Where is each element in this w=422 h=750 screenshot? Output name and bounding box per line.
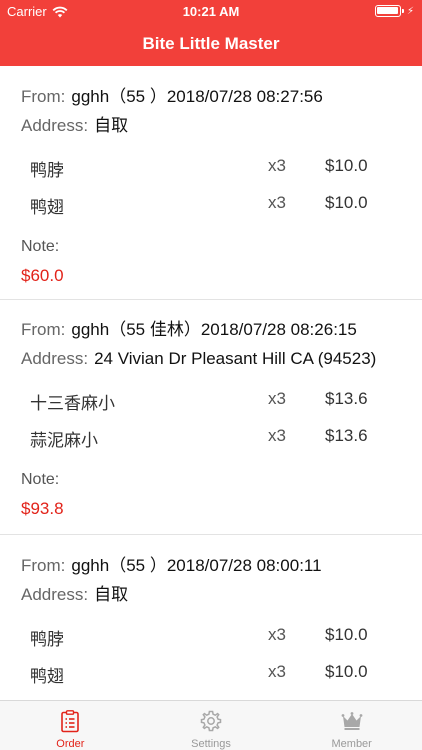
order-item: 鸭脖 x3 $10.0 [21,618,422,655]
order-card[interactable]: From: gghh（55 ）2018/07/28 08:00:11 Addres… [0,535,422,700]
tab-settings[interactable]: Settings [141,701,282,750]
item-quantity: x3 [268,426,286,445]
battery-indicator: ⚡ [374,5,414,17]
item-name: 鸭脖 [30,630,64,649]
order-total: $60.0 [21,266,64,285]
order-from-row: From: gghh（55 ）2018/07/28 08:00:11 [21,555,422,577]
item-price: $10.0 [325,156,368,175]
order-address-row: Address: 自取 [21,115,422,137]
battery-fill [376,7,398,14]
item-quantity: x3 [268,389,286,408]
order-from-value: gghh（55 ）2018/07/28 08:00:11 [71,556,322,575]
order-list[interactable]: From: gghh（55 ）2018/07/28 08:27:56 Addres… [0,66,422,700]
item-quantity: x3 [268,156,286,175]
order-item: 鸭翅 x3 $10.0 [21,186,422,223]
note-label: Note: [21,238,60,255]
from-label: From: [21,320,66,339]
order-address-row: Address: 自取 [21,584,422,606]
tab-order[interactable]: Order [0,701,141,750]
item-name: 蒜泥麻小 [30,431,98,450]
navigation-header: Carrier 10:21 AM ⚡ Bite Little Master [0,0,422,66]
crown-icon [341,712,363,730]
order-note: Note: [21,469,422,491]
order-items: 鸭脖 x3 $10.0 鸭翅 x3 $10.0 [21,149,422,223]
item-name: 鸭翅 [30,198,64,217]
order-from-row: From: gghh（55 ）2018/07/28 08:27:56 [21,86,422,108]
item-price: $10.0 [325,662,368,681]
address-label: Address: [21,349,89,368]
gear-icon [200,710,222,732]
address-label: Address: [21,116,89,135]
item-price: $13.6 [325,426,368,445]
order-card[interactable]: From: gghh（55 佳林）2018/07/28 08:26:15 Addr… [0,300,422,535]
order-item: 十三香麻小 x3 $13.6 [21,382,422,419]
order-card[interactable]: From: gghh（55 ）2018/07/28 08:27:56 Addres… [0,66,422,300]
page-title: Bite Little Master [142,34,280,53]
order-from-value: gghh（55 ）2018/07/28 08:27:56 [71,87,323,106]
order-from-row: From: gghh（55 佳林）2018/07/28 08:26:15 [21,319,422,341]
item-name: 鸭脖 [30,161,64,180]
status-bar: Carrier 10:21 AM ⚡ [0,0,422,22]
order-address-value: 24 Vivian Dr Pleasant Hill CA (94523) [94,349,377,368]
from-label: From: [21,556,66,575]
tab-order-label: Order [56,738,85,750]
item-price: $13.6 [325,389,368,408]
order-total: $93.8 [21,499,64,518]
order-address-row: Address: 24 Vivian Dr Pleasant Hill CA (9… [21,348,422,370]
clock: 10:21 AM [182,4,240,19]
item-name: 十三香麻小 [30,394,115,413]
tab-member[interactable]: Member [281,701,422,750]
order-items: 鸭脖 x3 $10.0 鸭翅 x3 $10.0 [21,618,422,692]
item-name: 鸭翅 [30,667,64,686]
from-label: From: [21,87,66,106]
order-item: 鸭翅 x3 $10.0 [21,655,422,692]
battery-icon [374,5,404,17]
item-price: $10.0 [325,625,368,644]
order-note: Note: [21,236,422,258]
note-label: Note: [21,471,60,488]
clipboard-icon [61,710,80,733]
order-item: 鸭脖 x3 $10.0 [21,149,422,186]
address-label: Address: [21,585,89,604]
item-quantity: x3 [268,193,286,212]
item-price: $10.0 [325,193,368,212]
item-quantity: x3 [268,662,286,681]
item-quantity: x3 [268,625,286,644]
order-item: 蒜泥麻小 x3 $13.6 [21,419,422,456]
tab-member-label: Member [331,738,372,750]
order-address-value: 自取 [94,585,129,604]
order-from-value: gghh（55 佳林）2018/07/28 08:26:15 [71,320,357,339]
tab-settings-label: Settings [191,738,231,750]
order-address-value: 自取 [94,116,129,135]
tab-bar: Order Settings Member [0,700,422,750]
order-items: 十三香麻小 x3 $13.6 蒜泥麻小 x3 $13.6 [21,382,422,456]
charging-bolt-icon: ⚡ [406,5,414,17]
